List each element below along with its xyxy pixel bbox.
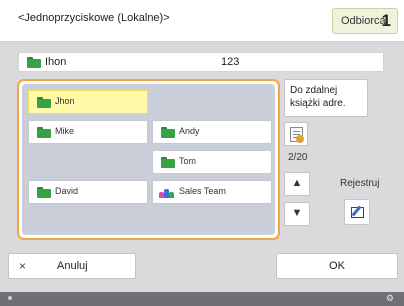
page-indicator: 2/20 — [288, 152, 308, 163]
folder-icon — [161, 127, 175, 138]
ok-label: OK — [329, 260, 345, 272]
header: <Jednoprzyciskowe (Lokalne)> Odbiorca 1 — [0, 0, 404, 42]
recipient-count: 1 — [381, 11, 391, 30]
remote-address-book-label: Do zdalnej książki adre. — [290, 85, 346, 109]
cancel-button[interactable]: × Anuluj — [8, 253, 136, 279]
recipient-label: Odbiorca — [341, 15, 386, 27]
register-button[interactable] — [344, 199, 370, 225]
details-button[interactable] — [284, 122, 308, 146]
status-indicator-icon — [8, 296, 12, 300]
selected-destination-number: 123 — [221, 56, 240, 68]
details-badge-icon — [296, 135, 304, 143]
recipient-counter[interactable]: Odbiorca 1 — [332, 8, 398, 34]
folder-icon — [27, 57, 41, 68]
address-entry-label: Mike — [55, 126, 75, 136]
address-entry-label: Jhon — [55, 96, 75, 106]
address-list-frame: Jhon Mike Andy Tom David Sales Team — [17, 79, 280, 240]
address-entry-sales-team[interactable]: Sales Team — [152, 180, 272, 204]
address-entry-mike[interactable]: Mike — [28, 120, 148, 144]
group-icon — [159, 188, 175, 198]
address-list: Jhon Mike Andy Tom David Sales Team — [22, 84, 275, 235]
cancel-label: Anuluj — [57, 260, 88, 272]
selected-destination-bar: Ihon 123 — [18, 52, 384, 72]
register-label: Rejestruj — [340, 178, 380, 189]
address-book-title: <Jednoprzyciskowe (Lokalne)> — [18, 12, 170, 24]
scroll-up-button[interactable]: ▲ — [284, 172, 310, 196]
address-entry-tom[interactable]: Tom — [152, 150, 272, 174]
address-entry-label: Sales Team — [179, 186, 226, 196]
selected-destination-name: Ihon — [45, 56, 67, 68]
close-icon: × — [19, 259, 27, 273]
down-arrow-icon: ▼ — [291, 207, 303, 219]
folder-icon — [161, 157, 175, 168]
scroll-down-button[interactable]: ▼ — [284, 202, 310, 226]
network-status-icon[interactable]: ⚙ — [386, 293, 394, 304]
ok-button[interactable]: OK — [276, 253, 398, 279]
address-entry-jhon[interactable]: Jhon — [28, 90, 148, 114]
address-entry-label: Tom — [179, 156, 197, 166]
address-entry-andy[interactable]: Andy — [152, 120, 272, 144]
folder-icon — [37, 127, 51, 138]
folder-icon — [37, 97, 51, 108]
status-bar: ⚙ — [0, 292, 404, 306]
address-entry-label: David — [55, 186, 79, 196]
folder-icon — [37, 187, 51, 198]
address-entry-david[interactable]: David — [28, 180, 148, 204]
up-arrow-icon: ▲ — [291, 177, 303, 189]
remote-address-book-button[interactable]: Do zdalnej książki adre. — [284, 79, 368, 117]
address-entry-label: Andy — [179, 126, 200, 136]
edit-pencil-icon — [351, 207, 364, 218]
